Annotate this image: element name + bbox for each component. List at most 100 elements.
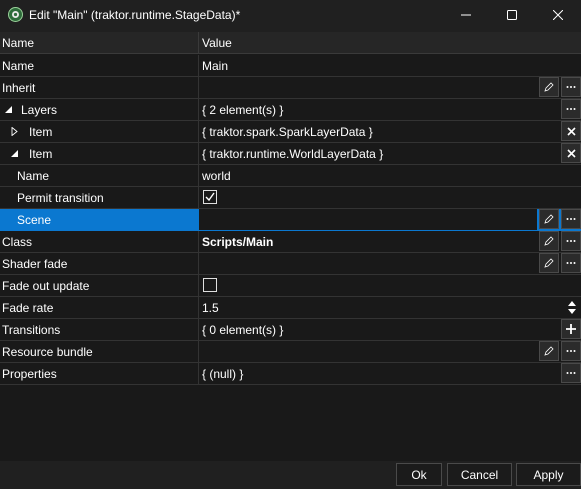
row-name-cell: Item xyxy=(0,143,199,164)
remove-icon xyxy=(566,148,576,158)
row-name-cell: Name xyxy=(0,55,199,76)
minimize-button[interactable] xyxy=(443,0,489,30)
edit-shader-fade-button[interactable] xyxy=(539,253,559,273)
row-name-cell: Class xyxy=(0,231,199,252)
row-name-cell: Properties xyxy=(0,363,199,384)
remove-icon xyxy=(566,126,576,136)
grid-row-name[interactable]: Name Main xyxy=(0,55,581,77)
title-bar: Edit "Main" (traktor.runtime.StageData)* xyxy=(0,0,581,30)
edit-class-button[interactable] xyxy=(539,231,559,251)
row-value[interactable]: world xyxy=(202,169,231,183)
edit-scene-button[interactable] xyxy=(539,209,559,229)
grid-row-scene[interactable]: Scene xyxy=(0,209,581,231)
pencil-icon xyxy=(544,258,554,268)
dialog-footer: Ok Cancel Apply xyxy=(0,461,581,489)
grid-row-permit-transition[interactable]: Permit transition xyxy=(0,187,581,209)
edit-resource-bundle-button[interactable] xyxy=(539,341,559,361)
row-name-cell: Inherit xyxy=(0,77,199,98)
grid-row-item-spark[interactable]: Item { traktor.spark.SparkLayerData } xyxy=(0,121,581,143)
browse-inherit-button[interactable] xyxy=(561,77,581,97)
row-label: Name xyxy=(17,169,50,183)
row-value[interactable]: Main xyxy=(202,59,228,73)
header-name: Name xyxy=(2,36,35,50)
grid-row-resource-bundle[interactable]: Resource bundle xyxy=(0,341,581,363)
row-name-cell: Layers xyxy=(0,99,199,120)
grid-row-layer-name[interactable]: Name world xyxy=(0,165,581,187)
header-value: Value xyxy=(202,36,232,50)
pencil-icon xyxy=(544,214,554,224)
row-label: Class xyxy=(2,235,33,249)
row-label: Name xyxy=(2,59,35,73)
remove-item-button[interactable] xyxy=(561,121,581,141)
row-name-cell: Permit transition xyxy=(0,187,199,208)
ellipsis-icon xyxy=(566,372,576,374)
row-value[interactable]: { (null) } xyxy=(202,367,243,381)
grid-row-inherit[interactable]: Inherit xyxy=(0,77,581,99)
row-label: Inherit xyxy=(2,81,36,95)
scene-value-field[interactable] xyxy=(199,209,537,230)
property-grid: Name Value Name Main Inherit Layers { 2 … xyxy=(0,32,581,461)
ellipsis-icon xyxy=(566,350,576,352)
spin-stepper-icon[interactable] xyxy=(567,300,577,315)
fade-out-update-checkbox[interactable] xyxy=(203,278,217,292)
row-name-cell: Shader fade xyxy=(0,253,199,274)
row-value[interactable]: { 2 element(s) } xyxy=(202,103,283,117)
row-name-cell: Scene xyxy=(0,209,199,230)
grid-row-transitions[interactable]: Transitions { 0 element(s) } xyxy=(0,319,581,341)
grid-row-fade-out-update[interactable]: Fade out update xyxy=(0,275,581,297)
edit-inherit-button[interactable] xyxy=(539,77,559,97)
collapsed-arrow-icon[interactable] xyxy=(10,127,19,136)
ellipsis-icon xyxy=(566,108,576,110)
apply-button[interactable]: Apply xyxy=(516,463,581,486)
row-label: Fade rate xyxy=(2,301,54,315)
expanded-arrow-icon[interactable] xyxy=(4,105,13,114)
grid-header: Name Value xyxy=(0,32,581,54)
cancel-button[interactable]: Cancel xyxy=(447,463,512,486)
ok-button[interactable]: Ok xyxy=(396,463,442,486)
add-transition-button[interactable] xyxy=(561,319,581,339)
pencil-icon xyxy=(544,346,554,356)
edit-layers-button[interactable] xyxy=(561,99,581,119)
remove-item-button[interactable] xyxy=(561,143,581,163)
grid-row-properties[interactable]: Properties { (null) } xyxy=(0,363,581,385)
edit-properties-button[interactable] xyxy=(561,363,581,383)
browse-resource-bundle-button[interactable] xyxy=(561,341,581,361)
permit-transition-checkbox[interactable] xyxy=(203,190,217,204)
row-label: Permit transition xyxy=(17,191,104,205)
grid-row-item-world[interactable]: Item { traktor.runtime.WorldLayerData } xyxy=(0,143,581,165)
row-label: Layers xyxy=(21,103,58,117)
browse-class-button[interactable] xyxy=(561,231,581,251)
close-window-button[interactable] xyxy=(535,0,581,30)
row-value[interactable]: { 0 element(s) } xyxy=(202,323,283,337)
grid-row-layers[interactable]: Layers { 2 element(s) } xyxy=(0,99,581,121)
row-label: Transitions xyxy=(2,323,61,337)
minimize-icon xyxy=(461,14,471,16)
row-value[interactable]: { traktor.spark.SparkLayerData } xyxy=(202,125,373,139)
pencil-icon xyxy=(544,236,554,246)
grid-row-fade-rate[interactable]: Fade rate 1.5 xyxy=(0,297,581,319)
pencil-icon xyxy=(544,82,554,92)
row-value[interactable]: Scripts/Main xyxy=(202,235,273,249)
browse-scene-button[interactable] xyxy=(561,209,581,229)
row-label: Shader fade xyxy=(2,257,68,271)
ellipsis-icon xyxy=(566,240,576,242)
app-icon xyxy=(8,7,23,22)
row-label: Item xyxy=(29,125,53,139)
row-name-cell: Item xyxy=(0,121,199,142)
grid-row-shader-fade[interactable]: Shader fade xyxy=(0,253,581,275)
row-name-cell: Name xyxy=(0,165,199,186)
browse-shader-fade-button[interactable] xyxy=(561,253,581,273)
row-value[interactable]: 1.5 xyxy=(202,301,219,315)
row-name-cell: Transitions xyxy=(0,319,199,340)
ellipsis-icon xyxy=(566,218,576,220)
header-divider[interactable] xyxy=(198,32,199,54)
expanded-arrow-icon[interactable] xyxy=(10,149,19,158)
row-value[interactable]: { traktor.runtime.WorldLayerData } xyxy=(202,147,383,161)
row-label: Scene xyxy=(17,213,52,227)
maximize-button[interactable] xyxy=(489,0,535,30)
ellipsis-icon xyxy=(566,262,576,264)
window-title: Edit "Main" (traktor.runtime.StageData)* xyxy=(29,8,241,22)
row-label: Properties xyxy=(2,367,57,381)
grid-row-class[interactable]: Class Scripts/Main xyxy=(0,231,581,253)
checkmark-icon xyxy=(205,192,215,202)
